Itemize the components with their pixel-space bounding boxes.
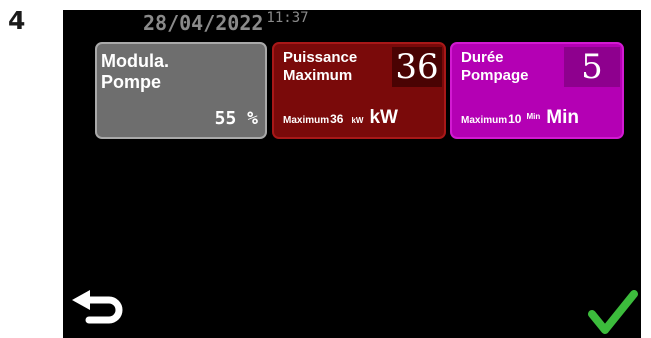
checkmark-icon (588, 290, 638, 334)
device-screen: 28/04/2022 11:37 Modula. Pompe 55 % Puiss… (63, 10, 641, 338)
pump-modulation-value: 55 % (214, 108, 258, 129)
pumping-duration-tile[interactable]: Durée Pompage 5 Maximum10 Min Min (450, 42, 624, 139)
back-button[interactable] (69, 288, 129, 330)
step-number: 4 (8, 6, 26, 35)
date-time-header: 28/04/2022 11:37 (143, 10, 309, 35)
pump-modulation-tile[interactable]: Modula. Pompe 55 % (95, 42, 267, 139)
max-power-title-line1: Puissance (283, 49, 358, 66)
max-power-limit-unit: kW (351, 116, 364, 125)
pump-modulation-title-line1: Modula. (101, 51, 169, 71)
max-power-unit: kW (369, 107, 398, 128)
max-power-limit-row: Maximum36 kW kW (283, 107, 398, 129)
pumping-duration-limit-unit: Min (526, 112, 541, 121)
pump-modulation-title-line2: Pompe (101, 72, 162, 92)
pumping-duration-unit: Min (546, 107, 579, 128)
header-time: 11:37 (266, 10, 309, 26)
pumping-duration-value[interactable]: 5 (564, 47, 620, 87)
confirm-button[interactable] (588, 290, 638, 336)
pump-modulation-title: Modula. Pompe (101, 51, 221, 93)
max-power-title: Puissance Maximum (283, 49, 403, 85)
pumping-duration-limit-label: Maximum (461, 115, 508, 126)
pumping-duration-title-line2: Pompage (461, 67, 529, 84)
header-date: 28/04/2022 (143, 11, 264, 35)
pumping-duration-limit-value: 10 (508, 112, 522, 126)
max-power-limit-label: Maximum (283, 115, 330, 126)
back-arrow-icon (72, 290, 123, 324)
pumping-duration-title-line1: Durée (461, 49, 504, 66)
pumping-duration-title: Durée Pompage (461, 49, 581, 85)
max-power-limit-value: 36 (330, 112, 344, 126)
max-power-value[interactable]: 36 (392, 47, 442, 87)
max-power-tile[interactable]: Puissance Maximum 36 Maximum36 kW kW (272, 42, 446, 139)
pumping-duration-limit-row: Maximum10 Min Min (461, 107, 579, 129)
max-power-title-line2: Maximum (283, 67, 353, 84)
